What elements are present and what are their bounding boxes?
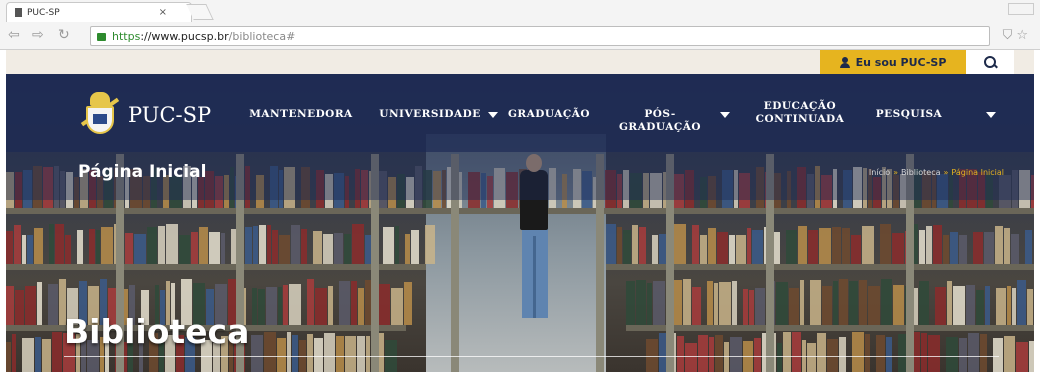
person-icon <box>839 56 850 68</box>
nav-item-graduacao[interactable]: GRADUAÇÃO <box>506 108 592 121</box>
browser-tab[interactable]: PUC-SP × <box>6 2 192 22</box>
utility-bar: Eu sou PUC-SP <box>6 50 1034 74</box>
forward-arrow-icon[interactable]: ⇨ <box>32 27 44 43</box>
nav-item-pos-graduacao[interactable]: PÓS-GRADUAÇÃO <box>604 108 716 134</box>
search-button[interactable] <box>966 50 1014 74</box>
nav-item-universidade[interactable]: UNIVERSIDADE <box>374 108 486 121</box>
member-login-button[interactable]: Eu sou PUC-SP <box>820 50 966 74</box>
page-heading: Página Inicial <box>78 162 207 182</box>
nav-item-pesquisa[interactable]: PESQUISA <box>868 108 950 121</box>
window-controls[interactable] <box>1008 3 1034 15</box>
back-arrow-icon[interactable]: ⇦ <box>8 27 20 43</box>
more-menu-dropdown-icon[interactable] <box>986 112 996 118</box>
address-bar[interactable]: https ://www.pucsp.br /biblioteca# <box>90 26 990 46</box>
main-nav: MANTENEDORA UNIVERSIDADE GRADUAÇÃO PÓS-G… <box>6 100 1034 133</box>
bookmark-star-icon[interactable]: ⛉☆ <box>1003 28 1032 43</box>
breadcrumb-item[interactable]: Início <box>869 168 890 177</box>
url-path: /biblioteca# <box>228 29 296 43</box>
search-icon <box>983 55 997 69</box>
url-scheme: https <box>112 29 141 43</box>
breadcrumb-current: Página Inicial <box>951 168 1004 177</box>
url-host: ://www.pucsp.br <box>140 29 229 43</box>
nav-item-educacao-continuada[interactable]: EDUCAÇÃO CONTINUADA <box>754 100 846 126</box>
breadcrumb-item[interactable]: Biblioteca <box>901 168 941 177</box>
pos-graduacao-dropdown-icon[interactable] <box>720 112 730 118</box>
hero-banner: PUC-SP MANTENEDORA UNIVERSIDADE GRADUAÇÃ… <box>6 74 1034 372</box>
member-login-label: Eu sou PUC-SP <box>855 55 947 69</box>
section-title: Biblioteca <box>64 312 250 351</box>
browser-toolbar: ⇦ ⇨ ↻ https ://www.pucsp.br /biblioteca#… <box>0 22 1040 50</box>
tab-title: PUC-SP <box>27 7 60 18</box>
favicon-icon <box>15 8 22 17</box>
breadcrumb: Início» Biblioteca» Página Inicial <box>868 168 1004 177</box>
reload-icon[interactable]: ↻ <box>58 27 70 43</box>
tab-close-icon[interactable]: × <box>159 7 167 18</box>
browser-tabbar: PUC-SP × <box>0 0 1040 22</box>
title-divider <box>64 356 999 357</box>
lock-icon <box>97 33 106 41</box>
universidade-dropdown-icon[interactable] <box>488 112 498 118</box>
nav-item-mantenedora[interactable]: MANTENEDORA <box>246 108 356 121</box>
